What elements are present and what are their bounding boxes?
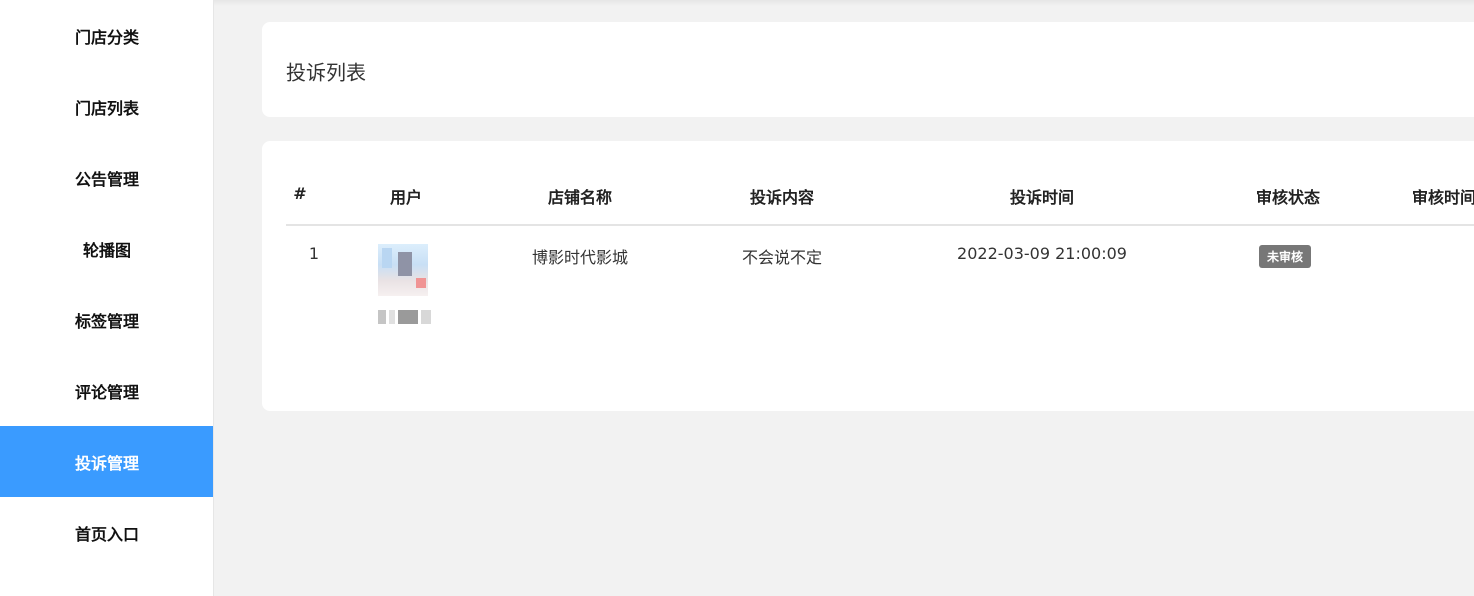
sidebar-item-announcements[interactable]: 公告管理 xyxy=(0,142,213,213)
page-title: 投诉列表 xyxy=(286,60,366,85)
cell-store-name: 博影时代影城 xyxy=(531,248,628,267)
column-header-content: 投诉内容 xyxy=(749,188,814,207)
sidebar-item-tags[interactable]: 标签管理 xyxy=(0,284,213,355)
sidebar: 门店分类 门店列表 公告管理 轮播图 标签管理 评论管理 投诉管理 首页入口 xyxy=(0,0,214,596)
table-card: # 用户 店铺名称 投诉内容 投诉时间 审核状态 审核时间 1 博影时代影城 不… xyxy=(262,141,1474,411)
sidebar-item-label: 门店分类 xyxy=(74,27,139,47)
sidebar-item-comments[interactable]: 评论管理 xyxy=(0,355,213,426)
sidebar-item-home-entry[interactable]: 首页入口 xyxy=(0,497,213,568)
column-header-store-name: 店铺名称 xyxy=(547,188,612,207)
cell-content: 不会说不定 xyxy=(741,248,822,267)
sidebar-item-label: 投诉管理 xyxy=(74,453,139,473)
cell-time: 2022-03-09 21:00:09 xyxy=(957,244,1127,263)
sidebar-item-label: 门店列表 xyxy=(74,98,139,118)
sidebar-item-store-category[interactable]: 门店分类 xyxy=(0,0,213,71)
sidebar-item-label: 公告管理 xyxy=(74,169,139,189)
sidebar-item-store-list[interactable]: 门店列表 xyxy=(0,71,213,142)
avatar xyxy=(378,244,428,296)
status-badge: 未审核 xyxy=(1259,245,1312,268)
sidebar-item-label: 评论管理 xyxy=(74,382,139,402)
title-card: 投诉列表 xyxy=(262,22,1474,117)
cell-index: 1 xyxy=(308,244,320,263)
column-header-user: 用户 xyxy=(389,188,422,207)
sidebar-item-label: 轮播图 xyxy=(82,240,131,260)
username-blurred xyxy=(378,307,434,327)
column-header-index: # xyxy=(293,184,307,203)
sidebar-item-carousel[interactable]: 轮播图 xyxy=(0,213,213,284)
top-shadow xyxy=(214,0,1474,6)
column-header-time: 投诉时间 xyxy=(1009,188,1074,207)
column-header-review-time: 审核时间 xyxy=(1412,188,1474,207)
header-divider xyxy=(286,224,1474,226)
sidebar-item-complaints[interactable]: 投诉管理 xyxy=(0,426,213,497)
column-header-status: 审核状态 xyxy=(1255,188,1320,207)
sidebar-item-label: 首页入口 xyxy=(74,524,139,544)
sidebar-item-label: 标签管理 xyxy=(74,311,139,331)
